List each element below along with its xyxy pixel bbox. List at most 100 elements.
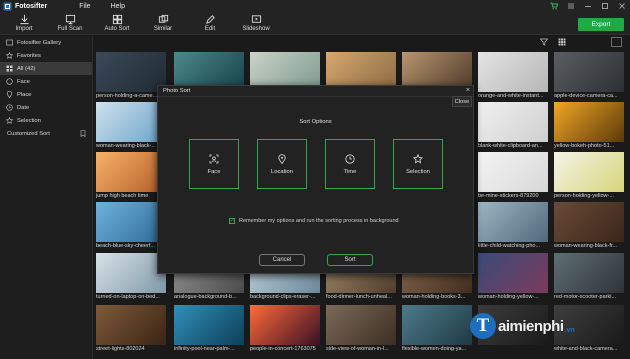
photo-tile[interactable]: side-view-of-woman-in-l... [326, 305, 396, 354]
app-logo-icon [3, 2, 12, 11]
cancel-button[interactable]: Cancel [259, 254, 305, 266]
photo-thumbnail [96, 305, 166, 345]
menu-file[interactable]: File [79, 3, 90, 10]
pin-icon [6, 91, 13, 98]
filter-icon[interactable] [540, 38, 548, 46]
sidebar-custom-sort[interactable]: Customized Sort [0, 127, 92, 140]
photo-caption: side-view-of-woman-in-l... [326, 346, 389, 352]
sort-option-label: Location [271, 168, 293, 175]
dialog-title: Photo Sort [163, 88, 191, 94]
remember-label: Remember my options and run the sorting … [239, 218, 399, 224]
select-all-checkbox[interactable] [611, 37, 622, 47]
photo-tile[interactable]: woman-wearing-black-... [96, 102, 166, 151]
similar-button[interactable]: Similar [143, 14, 183, 32]
sidebar-item-place[interactable]: Place [0, 88, 92, 101]
minimize-icon[interactable] [584, 2, 592, 10]
grid-icon [6, 65, 13, 72]
photo-tile[interactable]: person-holding-a-came... [96, 52, 166, 101]
full-scan-icon [65, 14, 75, 25]
cart-icon[interactable] [550, 2, 558, 10]
auto-sort-icon [112, 14, 122, 25]
photo-thumbnail [96, 152, 166, 192]
sidebar-item-label: Fotosifter Gallery [17, 39, 62, 46]
photo-thumbnail [478, 152, 548, 192]
menu-bar: Fotosifter File Help [0, 0, 630, 13]
toolbar: Import Full Scan Auto Sort Similar Edit … [0, 13, 630, 35]
auto-sort-button[interactable]: Auto Sort [97, 14, 137, 32]
custom-sort-label: Customized Sort [7, 130, 50, 137]
dialog-close-icon[interactable]: × [466, 87, 470, 94]
sidebar-item-label: Face [17, 78, 30, 85]
sort-option-selection[interactable]: Selection [393, 139, 443, 189]
import-icon [19, 14, 29, 25]
photo-caption: food-dinner-lunch-unheal... [326, 294, 392, 300]
photo-thumbnail [402, 305, 472, 345]
watermark-suffix: .vn [564, 326, 575, 334]
photo-tile[interactable]: red-motor-scooter-parki... [554, 253, 624, 302]
photo-thumbnail [174, 305, 244, 345]
watermark-logo: T aimienphi .vn [470, 313, 575, 339]
photo-tile[interactable]: infinity-pool-near-palm-... [174, 305, 244, 354]
maximize-icon[interactable] [601, 2, 609, 10]
sidebar-item-selection[interactable]: Selection [0, 114, 92, 127]
photo-tile[interactable]: people-in-concert-1763075 [250, 305, 320, 354]
photo-caption: be-mine-stickers-879200 [478, 193, 539, 199]
auto-sort-label: Auto Sort [104, 26, 130, 32]
photo-tile[interactable]: flexible-women-doing-ya... [402, 305, 472, 354]
remember-options[interactable]: ✓ Remember my options and run the sortin… [229, 218, 399, 224]
sort-option-label: Time [343, 168, 357, 175]
photo-tile[interactable]: apple-device-camera-ca... [554, 52, 624, 101]
sidebar-item-all[interactable]: All (42) [0, 62, 92, 75]
photo-thumbnail [326, 305, 396, 345]
photo-thumbnail [478, 253, 548, 293]
edit-button[interactable]: Edit [190, 14, 230, 32]
similar-label: Similar [153, 26, 173, 32]
photo-tile[interactable]: woman-wearing-black-fr... [554, 202, 624, 251]
sidebar-item-date[interactable]: Date [0, 101, 92, 114]
photo-tile[interactable]: woman-holding-yellow-... [478, 253, 548, 302]
sidebar-item-favorites[interactable]: Favorites [0, 49, 92, 62]
photo-tile[interactable]: beach-blue-sky-cheerf... [96, 202, 166, 251]
photo-caption: orange-and-white-instant... [478, 93, 544, 99]
export-button[interactable]: Export [578, 18, 624, 31]
photo-tile[interactable]: jump high beach time [96, 152, 166, 201]
slideshow-icon [251, 15, 261, 23]
photo-tile[interactable]: be-mine-stickers-879200 [478, 152, 548, 201]
photo-tile[interactable]: turned-on-laptop-on-bed... [96, 253, 166, 302]
photo-caption: woman-holding-yellow-... [478, 294, 539, 300]
import-button[interactable]: Import [4, 14, 44, 32]
close-button[interactable]: Close [452, 96, 472, 107]
menu-icon[interactable] [567, 2, 575, 10]
sidebar-item-label: Date [17, 104, 30, 111]
photo-tile[interactable]: orange-and-white-instant... [478, 52, 548, 101]
sort-option-location[interactable]: Location [257, 139, 307, 189]
photo-tile[interactable]: little-child-watching-pho... [478, 202, 548, 251]
photo-tile[interactable]: person-holding-yellow-... [554, 152, 624, 201]
photo-thumbnail [96, 253, 166, 293]
slideshow-button[interactable]: Slideshow [236, 14, 276, 32]
photo-thumbnail [478, 102, 548, 142]
grid-view-icon[interactable] [558, 38, 566, 46]
star-outline-icon [413, 153, 423, 164]
close-icon[interactable] [618, 2, 626, 10]
photo-tile[interactable]: street-lights-802024 [96, 305, 166, 354]
menu-help[interactable]: Help [111, 3, 125, 10]
sidebar-item-gallery[interactable]: Fotosifter Gallery [0, 36, 92, 49]
photo-thumbnail [478, 202, 548, 242]
app-name: Fotosifter [15, 3, 48, 10]
similar-icon [158, 14, 168, 23]
photo-thumbnail [554, 52, 624, 92]
window-controls [550, 2, 626, 10]
sidebar-item-face[interactable]: Face [0, 75, 92, 88]
photo-tile[interactable]: blank-white-clipboard-an... [478, 102, 548, 151]
full-scan-button[interactable]: Full Scan [50, 14, 90, 32]
sort-button[interactable]: Sort [327, 254, 373, 266]
sort-option-face[interactable]: Face [189, 139, 239, 189]
photo-caption: little-child-watching-pho... [478, 243, 541, 249]
photo-caption: yellow-bokeh-photo-51... [554, 143, 615, 149]
bookmark-add-icon[interactable] [80, 130, 86, 138]
remember-checkbox[interactable]: ✓ [229, 218, 235, 224]
sort-option-time[interactable]: Time [325, 139, 375, 189]
sort-option-label: Face [207, 168, 221, 175]
photo-tile[interactable]: yellow-bokeh-photo-51... [554, 102, 624, 151]
